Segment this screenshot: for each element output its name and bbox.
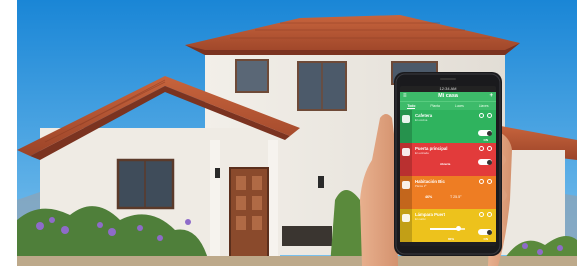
timer-icon[interactable] xyxy=(479,113,484,118)
lock-toggle[interactable] xyxy=(478,159,492,165)
left-margin xyxy=(0,0,17,266)
power-icon[interactable] xyxy=(487,179,492,184)
device-location: Planta 1ª xyxy=(415,184,427,188)
tab-todo[interactable]: Todo xyxy=(407,104,416,109)
front-door xyxy=(229,167,269,259)
tab-planta[interactable]: Planta xyxy=(430,104,440,108)
add-icon[interactable]: + xyxy=(489,93,493,100)
power-icon[interactable] xyxy=(487,146,492,151)
timer-icon[interactable] xyxy=(479,146,484,151)
power-icon[interactable] xyxy=(487,113,492,118)
thermostat-icon xyxy=(402,181,410,189)
brightness-slider[interactable] xyxy=(430,226,465,231)
device-state: ON xyxy=(483,237,489,241)
device-card-lampara[interactable]: Lámpara Puert En salón 80% ON xyxy=(400,209,496,242)
bench xyxy=(282,226,332,246)
coffee-maker-icon xyxy=(402,115,410,123)
upper-window-small xyxy=(235,59,269,93)
power-icon[interactable] xyxy=(487,212,492,217)
timer-icon[interactable] xyxy=(479,212,484,217)
timer-icon[interactable] xyxy=(479,179,484,184)
brightness-value: 80% xyxy=(448,237,455,241)
humidity-value: 46% xyxy=(425,195,433,199)
power-toggle[interactable] xyxy=(478,130,492,136)
device-card-habitacion[interactable]: Habitación Bic Planta 1ª 46% T 25.5° xyxy=(400,176,496,209)
temperature-value: T 25.5° xyxy=(450,195,462,199)
porch-column-right xyxy=(268,140,278,258)
agave xyxy=(330,190,365,266)
tab-luces[interactable]: Luces xyxy=(455,104,464,108)
device-card-cafetera[interactable]: Cafetera En cocina ON xyxy=(400,110,496,143)
menu-icon[interactable]: ≡ xyxy=(403,93,407,100)
device-state: Abierta xyxy=(440,162,451,166)
tab-bar: Todo Planta Luces Llaves xyxy=(400,101,496,110)
device-state: ON xyxy=(483,138,489,142)
lamp-icon xyxy=(402,214,410,222)
app-header: ≡ Mi casa + xyxy=(400,92,496,101)
device-location: En entrada xyxy=(415,151,429,155)
device-card-puerta[interactable]: Puerta principal En entrada Abierta xyxy=(400,143,496,176)
door-lock-icon xyxy=(402,148,410,156)
power-toggle[interactable] xyxy=(478,229,492,235)
device-location: En salón xyxy=(415,217,426,221)
app-title: Mi casa xyxy=(438,93,458,99)
device-location: En cocina xyxy=(415,118,428,122)
porch-column-left xyxy=(210,140,220,258)
phone-screen: 12:34 AM ≡ Mi casa + Todo Planta Luces L… xyxy=(400,86,496,246)
tab-llaves[interactable]: Llaves xyxy=(479,104,489,108)
